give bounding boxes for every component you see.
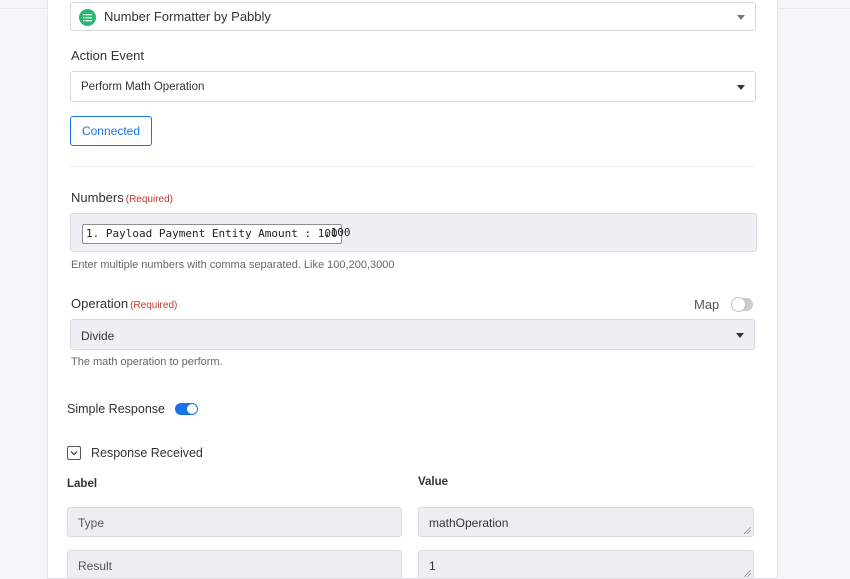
action-event-label: Action Event: [71, 48, 144, 63]
chevron-down-icon: [736, 332, 744, 338]
app-icon: [79, 9, 96, 26]
response-value-text: 1: [429, 559, 436, 573]
simple-response-row: Simple Response: [67, 401, 198, 417]
numbers-suffix: ,100: [324, 226, 351, 239]
operation-value: Divide: [81, 329, 115, 343]
chevron-down-icon: [737, 14, 745, 20]
switch-knob: [186, 404, 197, 414]
response-row-label: Type: [67, 507, 402, 537]
section-divider: [70, 166, 756, 167]
simple-response-switch[interactable]: [174, 403, 198, 415]
response-label-text: Type: [78, 516, 105, 530]
response-value-text: mathOperation: [429, 516, 509, 530]
action-event-select[interactable]: Perform Math Operation: [70, 71, 756, 102]
action-step-card: Number Formatter by Pabbly Action Event …: [47, 0, 778, 579]
numbers-input[interactable]: 1. Payload Payment Entity Amount : 100 ,…: [70, 213, 757, 252]
chevron-down-icon: [737, 84, 745, 90]
field-token[interactable]: 1. Payload Payment Entity Amount : 100: [82, 224, 342, 244]
operation-label-text: Operation: [71, 296, 129, 311]
column-header-value: Value: [418, 476, 449, 488]
numbers-label-text: Numbers: [71, 190, 124, 205]
response-row-value[interactable]: mathOperation: [418, 507, 754, 537]
required-tag: (Required): [130, 300, 178, 311]
simple-response-label: Simple Response: [67, 402, 165, 416]
response-received-label: Response Received: [91, 446, 203, 460]
action-event-value: Perform Math Operation: [81, 81, 205, 93]
operation-select[interactable]: Divide: [70, 319, 755, 350]
operation-label: Operation (Required): [71, 296, 177, 311]
resize-handle-icon: [744, 527, 751, 534]
operation-help: The math operation to perform.: [71, 356, 223, 368]
chevron-down-icon[interactable]: [67, 446, 81, 460]
connected-button[interactable]: Connected: [70, 116, 152, 146]
map-switch[interactable]: [731, 296, 754, 312]
response-row-label: Result: [67, 550, 402, 578]
response-label-text: Result: [78, 559, 113, 573]
response-received-header[interactable]: Response Received: [67, 445, 203, 461]
numbers-label: Numbers (Required): [71, 190, 173, 205]
required-tag: (Required): [125, 194, 173, 205]
column-header-label: Label: [67, 478, 98, 490]
resize-handle-icon: [744, 570, 751, 577]
numbers-help: Enter multiple numbers with comma separa…: [71, 259, 395, 271]
switch-knob: [731, 296, 747, 312]
app-select[interactable]: Number Formatter by Pabbly: [70, 2, 756, 31]
response-row-value[interactable]: 1: [418, 550, 754, 578]
map-toggle[interactable]: Map: [694, 296, 754, 312]
map-label: Map: [694, 296, 720, 312]
app-select-value: Number Formatter by Pabbly: [104, 9, 271, 24]
